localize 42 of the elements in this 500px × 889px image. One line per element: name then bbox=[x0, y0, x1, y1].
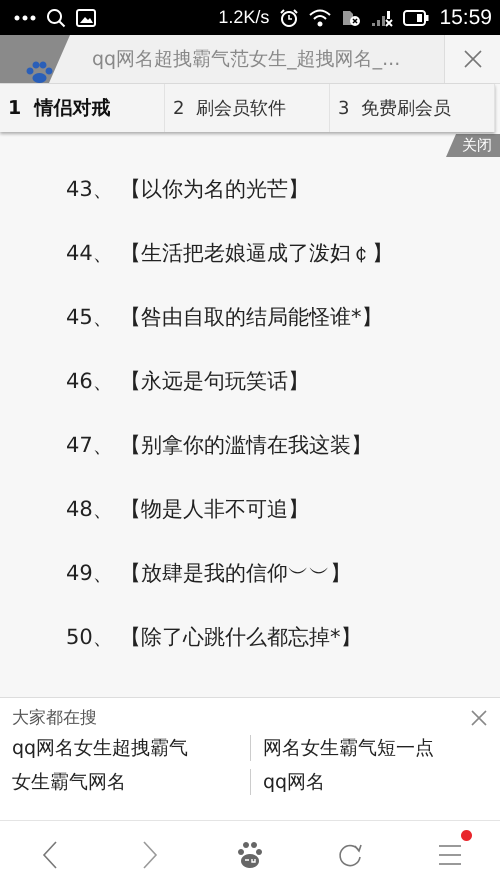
network-speed: 1.2K/s bbox=[218, 7, 270, 28]
list-item-text: 【除了心跳什么都忘掉*】 bbox=[120, 625, 362, 649]
list-number: 43、 bbox=[66, 176, 115, 203]
list-item-text: 【别拿你的滥情在我这装】 bbox=[120, 433, 372, 457]
signal-icon bbox=[371, 8, 394, 26]
close-icon bbox=[462, 49, 482, 69]
list-item-text: 【生活把老娘逼成了泼妇￠】 bbox=[120, 241, 393, 265]
clock-time: 15:59 bbox=[439, 6, 492, 30]
site-logo[interactable] bbox=[0, 35, 70, 83]
paw-icon bbox=[236, 841, 264, 869]
page-title: qq网名超拽霸气范女生_超拽网名_... bbox=[91, 47, 402, 72]
search-suggestion-link[interactable]: 网名女生霸气短一点 bbox=[250, 735, 488, 761]
list-number: 50、 bbox=[66, 624, 115, 651]
list-number: 45、 bbox=[66, 304, 115, 331]
image-icon bbox=[76, 8, 96, 26]
chevron-left-icon bbox=[42, 841, 58, 869]
list-item-text: 【以你为名的光芒】 bbox=[120, 177, 309, 201]
sim-card-icon bbox=[341, 8, 362, 26]
menu-icon bbox=[438, 844, 462, 866]
list-number: 44、 bbox=[66, 240, 115, 267]
list-item-text: 【咎由自取的结局能怪谁*】 bbox=[120, 305, 382, 329]
list-item-text: 【永远是句玩笑话】 bbox=[120, 369, 309, 393]
list-item-text: 【放肆是我的信仰︶︶】 bbox=[120, 561, 351, 585]
list-item-text: 【物是人非不可追】 bbox=[120, 497, 309, 521]
search-suggestion-link[interactable]: qq网名 bbox=[250, 769, 488, 795]
battery-icon bbox=[403, 10, 430, 26]
search-suggestion-link[interactable]: qq网名女生超拽霸气 bbox=[12, 735, 250, 761]
close-button[interactable] bbox=[470, 708, 488, 726]
chevron-right-icon bbox=[142, 841, 158, 869]
close-icon bbox=[470, 708, 488, 726]
alarm-icon bbox=[279, 8, 300, 28]
search-suggestion-link[interactable]: 女生霸气网名 bbox=[12, 769, 250, 795]
list-number: 48、 bbox=[66, 496, 115, 523]
list-number: 46、 bbox=[66, 368, 115, 395]
close-tag[interactable]: 关闭 bbox=[446, 134, 500, 157]
list-number: 49、 bbox=[66, 560, 115, 587]
more-dots-icon bbox=[14, 14, 36, 20]
search-icon bbox=[46, 8, 66, 28]
wifi-icon bbox=[309, 8, 332, 26]
panel-heading: 大家都在搜 bbox=[12, 707, 97, 729]
refresh-icon bbox=[337, 842, 363, 868]
list-number: 47、 bbox=[66, 432, 115, 459]
